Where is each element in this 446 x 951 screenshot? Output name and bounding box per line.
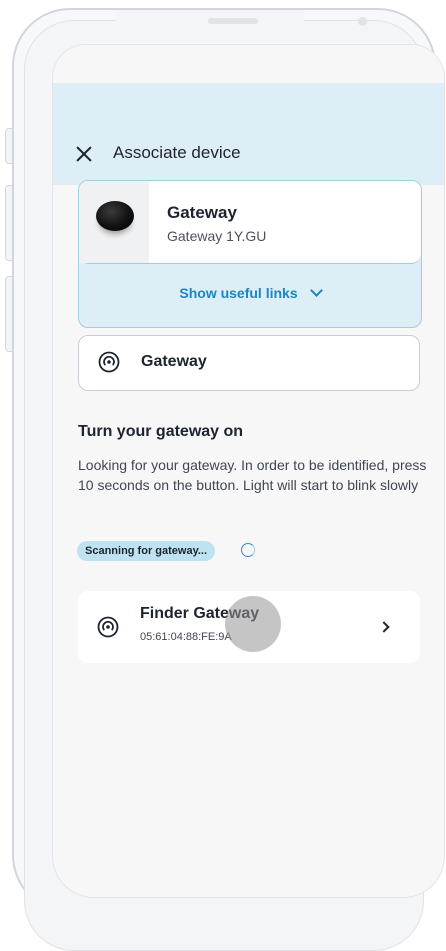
phone-frame: Associate device Gateway Gateway 1Y.GU S… (12, 8, 445, 951)
chevron-right-icon (378, 621, 390, 633)
broadcast-icon (98, 351, 120, 373)
app-header: Associate device (53, 83, 444, 185)
gateway-option-label: Gateway (141, 353, 207, 370)
section-title: Turn your gateway on (78, 423, 244, 440)
page-title: Associate device (113, 143, 241, 162)
app-screen: Associate device Gateway Gateway 1Y.GU S… (52, 44, 445, 898)
device-name: Gateway (167, 203, 237, 222)
show-useful-links-button[interactable]: Show useful links (79, 284, 421, 301)
gateway-puck-image (96, 201, 134, 231)
chevron-down-icon (309, 284, 323, 297)
scanning-status-badge: Scanning for gateway... (77, 541, 216, 561)
touch-indicator (225, 596, 281, 652)
device-summary: Gateway Gateway 1Y.GU (79, 181, 421, 264)
front-camera (358, 17, 367, 26)
instructions-text: Looking for your gateway. In order to be… (78, 457, 427, 493)
device-card: Gateway Gateway 1Y.GU Show useful links (78, 180, 422, 328)
phone-notch (116, 10, 367, 48)
close-icon[interactable] (73, 143, 95, 165)
gateway-option[interactable]: Gateway (78, 335, 420, 391)
loading-spinner-icon (241, 543, 255, 557)
show-useful-links-label: Show useful links (179, 285, 298, 301)
found-gateway-mac: 05:61:04:88:FE:9A (140, 631, 232, 643)
speaker-grille (208, 18, 258, 24)
device-image (79, 181, 149, 263)
broadcast-icon (97, 616, 119, 638)
device-model: Gateway 1Y.GU (167, 228, 267, 244)
